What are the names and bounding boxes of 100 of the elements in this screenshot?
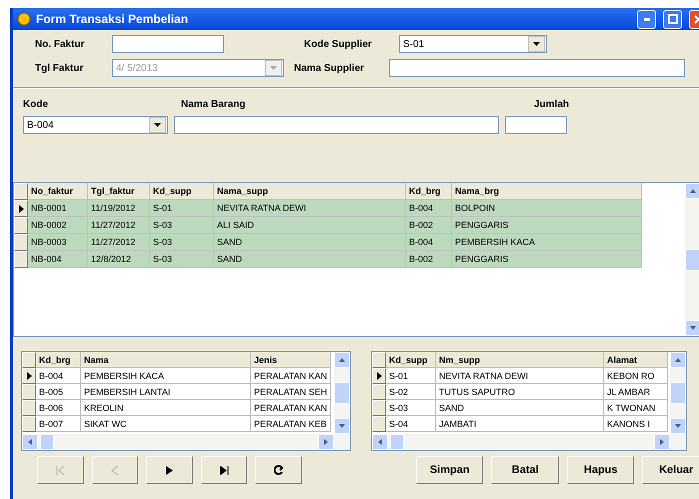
column-header[interactable]: Nama_brg <box>452 183 642 200</box>
scroll-thumb[interactable] <box>334 382 350 404</box>
table-cell: 11/19/2012 <box>88 200 150 217</box>
table-cell: PERALATAN KAN <box>251 368 331 384</box>
column-header[interactable]: Kd_brg <box>406 183 452 200</box>
down-arrow-icon[interactable] <box>689 324 697 332</box>
table-cell: SAND <box>214 234 406 251</box>
up-arrow-icon[interactable] <box>689 187 697 195</box>
vertical-scrollbar[interactable] <box>334 352 350 434</box>
minimize-button[interactable] <box>637 10 656 28</box>
maximize-button[interactable] <box>663 10 682 28</box>
navigator-button[interactable] <box>146 456 193 484</box>
field-label: Tgl Faktur <box>35 62 84 74</box>
table-cell: JAMBATI <box>436 416 604 432</box>
up-arrow-icon[interactable] <box>338 356 346 364</box>
table-cell: S-03 <box>150 251 214 268</box>
left-arrow-icon[interactable] <box>26 438 34 446</box>
scroll-button[interactable] <box>685 183 699 199</box>
column-header[interactable]: Kd_supp <box>386 352 436 368</box>
navigator-button[interactable] <box>255 456 302 484</box>
previous-record-icon <box>110 466 120 474</box>
table-cell: BOLPOIN <box>452 200 642 217</box>
header-corner <box>14 183 28 200</box>
scroll-button[interactable] <box>318 434 334 450</box>
column-header[interactable]: Nama <box>81 352 251 368</box>
horizontal-scrollbar[interactable] <box>22 434 350 450</box>
table-cell: NB-0003 <box>28 234 88 251</box>
row-indicator[interactable] <box>22 368 36 384</box>
action-button[interactable]: Keluar <box>642 456 699 484</box>
dropdown-field[interactable]: S-01 <box>399 35 547 53</box>
action-button[interactable]: Batal <box>491 456 559 484</box>
scroll-button[interactable] <box>372 434 388 450</box>
field-label: Kode <box>23 99 49 110</box>
scroll-thumb[interactable] <box>685 248 699 270</box>
first-record-icon <box>56 466 65 474</box>
left-arrow-icon[interactable] <box>376 438 384 446</box>
table-cell: B-004 <box>406 200 452 217</box>
input-field[interactable] <box>174 116 499 134</box>
down-arrow-icon[interactable] <box>338 422 346 430</box>
scroll-button[interactable] <box>334 352 350 368</box>
scroll-button[interactable] <box>22 434 38 450</box>
field-label: Jumlah <box>534 99 570 110</box>
data-grid[interactable]: Kd_brg Nama Jenis B-004 PEMBERSIH KACA PERALATAN KAN B-005 PEMBERSIH LANTAI PERALATAN SEH B-006 KREOLIN PERALATAN KAN B-007 SIKAT WC PERALATAN KEB <box>21 351 351 451</box>
column-header[interactable]: Kd_supp <box>150 183 214 200</box>
table-cell: S-02 <box>386 384 436 400</box>
scroll-button[interactable] <box>670 352 686 368</box>
scroll-thumb[interactable] <box>40 434 54 450</box>
table-cell: PEMBERSIH KACA <box>452 234 642 251</box>
column-header[interactable]: Nm_supp <box>436 352 604 368</box>
table-cell: PEMBERSIH LANTAI <box>81 384 251 400</box>
table-cell: 12/8/2012 <box>88 251 150 268</box>
vertical-scrollbar[interactable] <box>670 352 686 434</box>
column-header[interactable]: Kd_brg <box>36 352 81 368</box>
table-cell: 11/27/2012 <box>88 217 150 234</box>
table-cell: NB-0002 <box>28 217 88 234</box>
data-grid[interactable] <box>13 182 699 337</box>
input-field[interactable] <box>389 59 685 77</box>
column-header[interactable]: No_faktur <box>28 183 88 200</box>
table-cell: S-01 <box>150 200 214 217</box>
scroll-button[interactable] <box>654 434 670 450</box>
column-header[interactable]: Jenis <box>251 352 331 368</box>
column-header[interactable]: Alamat <box>604 352 668 368</box>
table-cell: NEVITA RATNA DEWI <box>214 200 406 217</box>
action-button[interactable]: Hapus <box>566 456 634 484</box>
scroll-thumb[interactable] <box>390 434 404 450</box>
scroll-button[interactable] <box>670 418 686 434</box>
horizontal-scrollbar[interactable] <box>372 434 686 450</box>
row-indicator[interactable] <box>14 200 28 217</box>
table-cell: PERALATAN KAN <box>251 400 331 416</box>
input-field[interactable] <box>505 116 567 134</box>
action-button[interactable]: Simpan <box>416 456 484 484</box>
vertical-scrollbar[interactable] <box>685 183 699 336</box>
table-cell: B-005 <box>36 384 81 400</box>
scroll-thumb[interactable] <box>670 382 686 404</box>
next-record-icon <box>164 466 174 474</box>
table-cell: PERALATAN KEB <box>251 416 331 432</box>
row-indicator[interactable] <box>372 368 386 384</box>
table-cell: S-01 <box>386 368 436 384</box>
table-cell: K TWONAN <box>604 400 668 416</box>
table-cell: KREOLIN <box>81 400 251 416</box>
scroll-button[interactable] <box>685 320 699 336</box>
data-grid[interactable]: Kd_supp Nm_supp Alamat S-01 NEVITA RATNA DEWI KEBON RO S-02 TUTUS SAPUTRO JL AMBAR S-03 SAND K TWONAN S-04 JAMBATI KANONS I <box>371 351 687 451</box>
maximize-icon <box>668 14 678 24</box>
table-cell: PEMBERSIH KACA <box>81 368 251 384</box>
scroll-button[interactable] <box>334 418 350 434</box>
table-cell: B-002 <box>406 251 452 268</box>
current-row-icon <box>376 372 382 380</box>
table-cell: JL AMBAR <box>604 384 668 400</box>
input-field[interactable] <box>112 35 224 53</box>
navigator-button[interactable] <box>200 456 248 484</box>
table-cell: S-04 <box>386 416 436 432</box>
table-cell: NB-0001 <box>28 200 88 217</box>
right-arrow-icon[interactable] <box>658 438 666 446</box>
right-arrow-icon[interactable] <box>322 438 330 446</box>
column-header[interactable]: Nama_supp <box>214 183 406 200</box>
up-arrow-icon[interactable] <box>674 356 682 364</box>
table-cell: B-004 <box>406 234 452 251</box>
column-header[interactable]: Tgl_faktur <box>88 183 150 200</box>
dropdown-field[interactable]: B-004 <box>23 116 168 134</box>
down-arrow-icon[interactable] <box>674 422 682 430</box>
